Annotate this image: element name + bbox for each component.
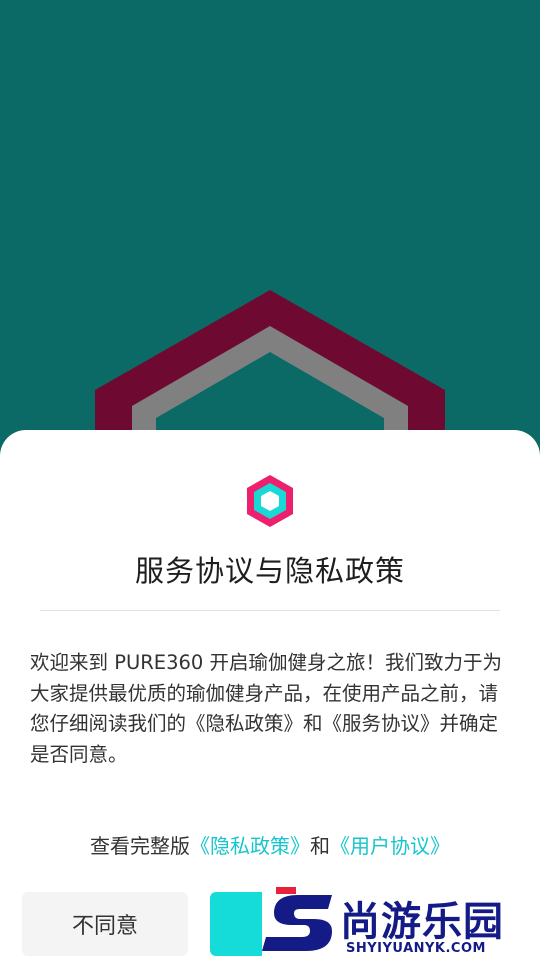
watermark-url-text: SHYIYUANYK.COM (346, 941, 486, 956)
dialog-title: 服务协议与隐私政策 (134, 554, 405, 588)
privacy-consent-screen: 服务协议与隐私政策 欢迎来到 PURE360 开启瑜伽健身之旅！我们致力于为大家… (0, 0, 540, 960)
privacy-policy-link[interactable]: 《隐私政策》 (190, 834, 310, 858)
agreement-links: 查看完整版《隐私政策》和《用户协议》 (0, 830, 540, 859)
consent-dialog: 服务协议与隐私政策 欢迎来到 PURE360 开启瑜伽健身之旅！我们致力于为大家… (0, 430, 540, 960)
dialog-body-text: 欢迎来到 PURE360 开启瑜伽健身之旅！我们致力于为大家提供最优质的瑜伽健身… (30, 651, 503, 766)
user-agreement-link[interactable]: 《用户协议》 (330, 834, 450, 858)
hexagon-app-icon (247, 475, 293, 527)
disagree-button[interactable]: 不同意 (22, 892, 188, 956)
divider (40, 610, 500, 611)
watermark-logo-text: 尚游乐园 (340, 899, 504, 945)
watermark-s-logo-icon (262, 887, 332, 951)
watermark-overlay: 尚游乐园 SHYIYUANYK.COM (262, 885, 540, 960)
links-joiner: 和 (310, 834, 330, 858)
links-prefix: 查看完整版 (90, 834, 190, 858)
